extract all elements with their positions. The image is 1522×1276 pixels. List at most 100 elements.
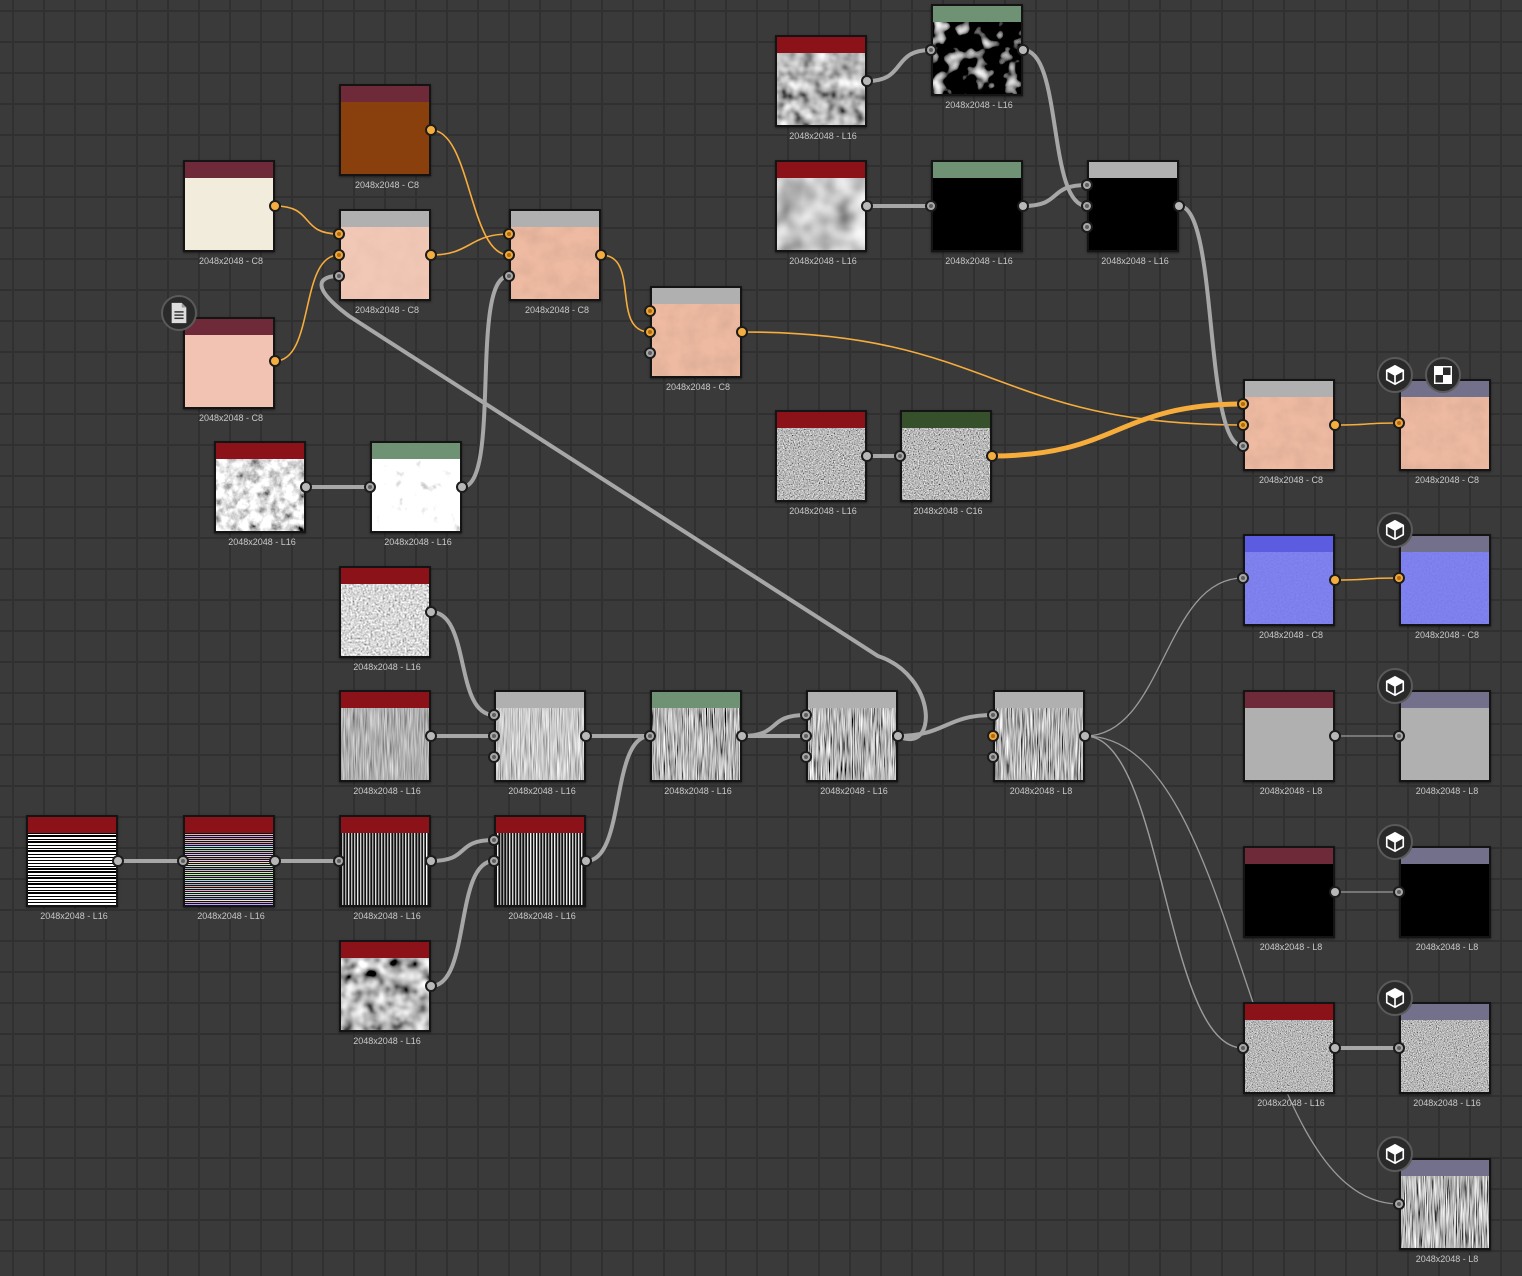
output-port[interactable] <box>112 855 124 867</box>
input-port[interactable] <box>1393 730 1405 742</box>
input-port[interactable] <box>925 200 937 212</box>
node-header[interactable] <box>1401 536 1489 552</box>
node-header[interactable] <box>902 412 990 428</box>
graph-node-grain1[interactable]: 2048x2048 - L16 <box>775 410 867 516</box>
graph-node-blend2[interactable]: 2048x2048 - C8 <box>509 209 601 315</box>
graph-node-metal-in[interactable]: 2048x2048 - L8 <box>1243 846 1335 952</box>
output-port[interactable] <box>1173 200 1185 212</box>
output-port[interactable] <box>425 730 437 742</box>
node-header[interactable] <box>341 86 429 102</box>
output-port[interactable] <box>1079 730 1091 742</box>
output-port[interactable] <box>269 855 281 867</box>
output-port[interactable] <box>861 200 873 212</box>
input-port[interactable] <box>1237 572 1249 584</box>
output-port[interactable] <box>580 855 592 867</box>
graph-node-grain2[interactable]: 2048x2048 - C16 <box>900 410 992 516</box>
node-header[interactable] <box>341 568 429 584</box>
graph-node-out-height[interactable]: 2048x2048 - L16 <box>1399 1002 1491 1108</box>
node-header[interactable] <box>341 692 429 708</box>
input-port[interactable] <box>488 834 500 846</box>
graph-node-out-rough[interactable]: 2048x2048 - L8 <box>1399 690 1491 796</box>
node-header[interactable] <box>1401 1004 1489 1020</box>
graph-node-lines4[interactable]: 2048x2048 - L16 <box>494 815 586 921</box>
input-port[interactable] <box>644 730 656 742</box>
cube-icon[interactable] <box>1377 824 1413 860</box>
graph-node-rough-in[interactable]: 2048x2048 - L8 <box>1243 690 1335 796</box>
input-port[interactable] <box>987 751 999 763</box>
input-port[interactable] <box>488 709 500 721</box>
node-header[interactable] <box>28 817 116 833</box>
input-port[interactable] <box>1393 1198 1405 1210</box>
node-header[interactable] <box>777 37 865 53</box>
output-port[interactable] <box>1329 419 1341 431</box>
node-header[interactable] <box>777 162 865 178</box>
graph-node-lines2[interactable]: 2048x2048 - L16 <box>183 815 275 921</box>
input-port[interactable] <box>503 270 515 282</box>
output-port[interactable] <box>861 75 873 87</box>
node-header[interactable] <box>216 443 304 459</box>
input-port[interactable] <box>1237 440 1249 452</box>
input-port[interactable] <box>1393 417 1405 429</box>
cube-icon[interactable] <box>1377 357 1413 393</box>
output-port[interactable] <box>425 980 437 992</box>
graph-node-out-ao[interactable]: 2048x2048 - L8 <box>1399 1158 1491 1264</box>
output-port[interactable] <box>300 481 312 493</box>
output-port[interactable] <box>736 730 748 742</box>
document-icon[interactable] <box>161 295 197 331</box>
graph-node-mix1[interactable]: 2048x2048 - L16 <box>494 690 586 796</box>
input-port[interactable] <box>333 855 345 867</box>
graph-node-cloud2[interactable]: 2048x2048 - L16 <box>775 160 867 266</box>
graph-node-mix3[interactable]: 2048x2048 - L16 <box>806 690 898 796</box>
node-header[interactable] <box>1245 536 1333 552</box>
output-port[interactable] <box>1329 574 1341 586</box>
input-port[interactable] <box>644 305 656 317</box>
output-port[interactable] <box>425 249 437 261</box>
input-port[interactable] <box>333 249 345 261</box>
graph-node-grunge-b[interactable]: 2048x2048 - L16 <box>370 441 462 547</box>
output-port[interactable] <box>1329 1042 1341 1054</box>
output-port[interactable] <box>861 450 873 462</box>
graph-node-cloud1[interactable]: 2048x2048 - L16 <box>775 35 867 141</box>
node-header[interactable] <box>652 288 740 304</box>
node-header[interactable] <box>1245 692 1333 708</box>
input-port[interactable] <box>1081 221 1093 233</box>
graph-node-noise1[interactable]: 2048x2048 - L16 <box>339 566 431 672</box>
node-header[interactable] <box>185 319 273 335</box>
graph-node-spots[interactable]: 2048x2048 - L16 <box>931 160 1023 266</box>
input-port[interactable] <box>800 730 812 742</box>
node-header[interactable] <box>341 942 429 958</box>
input-port[interactable] <box>1081 200 1093 212</box>
graph-node-basecolor[interactable]: 2048x2048 - C8 <box>1243 379 1335 485</box>
output-port[interactable] <box>1017 44 1029 56</box>
input-port[interactable] <box>1237 398 1249 410</box>
graph-node-cream[interactable]: 2048x2048 - C8 <box>183 160 275 266</box>
node-header[interactable] <box>496 692 584 708</box>
input-port[interactable] <box>987 730 999 742</box>
node-header[interactable] <box>933 6 1021 22</box>
input-port[interactable] <box>333 270 345 282</box>
input-port[interactable] <box>488 751 500 763</box>
graph-node-mask[interactable]: 2048x2048 - L16 <box>1087 160 1179 266</box>
node-header[interactable] <box>933 162 1021 178</box>
node-header[interactable] <box>808 692 896 708</box>
input-port[interactable] <box>1237 1042 1249 1054</box>
input-port[interactable] <box>488 730 500 742</box>
graph-node-lines1[interactable]: 2048x2048 - L16 <box>26 815 118 921</box>
node-header[interactable] <box>496 817 584 833</box>
node-header[interactable] <box>1245 1004 1333 1020</box>
input-port[interactable] <box>1393 1042 1405 1054</box>
input-port[interactable] <box>644 347 656 359</box>
graph-node-pink[interactable]: 2048x2048 - C8 <box>183 317 275 423</box>
output-port[interactable] <box>456 481 468 493</box>
output-port[interactable] <box>1329 730 1341 742</box>
graph-node-grunge-a[interactable]: 2048x2048 - L16 <box>214 441 306 547</box>
graph-node-cloud3[interactable]: 2048x2048 - L16 <box>339 940 431 1046</box>
input-port[interactable] <box>1237 419 1249 431</box>
graph-node-mix4[interactable]: 2048x2048 - L8 <box>993 690 1085 796</box>
input-port[interactable] <box>503 249 515 261</box>
node-header[interactable] <box>1245 381 1333 397</box>
output-port[interactable] <box>425 606 437 618</box>
input-port[interactable] <box>987 709 999 721</box>
node-header[interactable] <box>1089 162 1177 178</box>
graph-node-height[interactable]: 2048x2048 - L16 <box>1243 1002 1335 1108</box>
